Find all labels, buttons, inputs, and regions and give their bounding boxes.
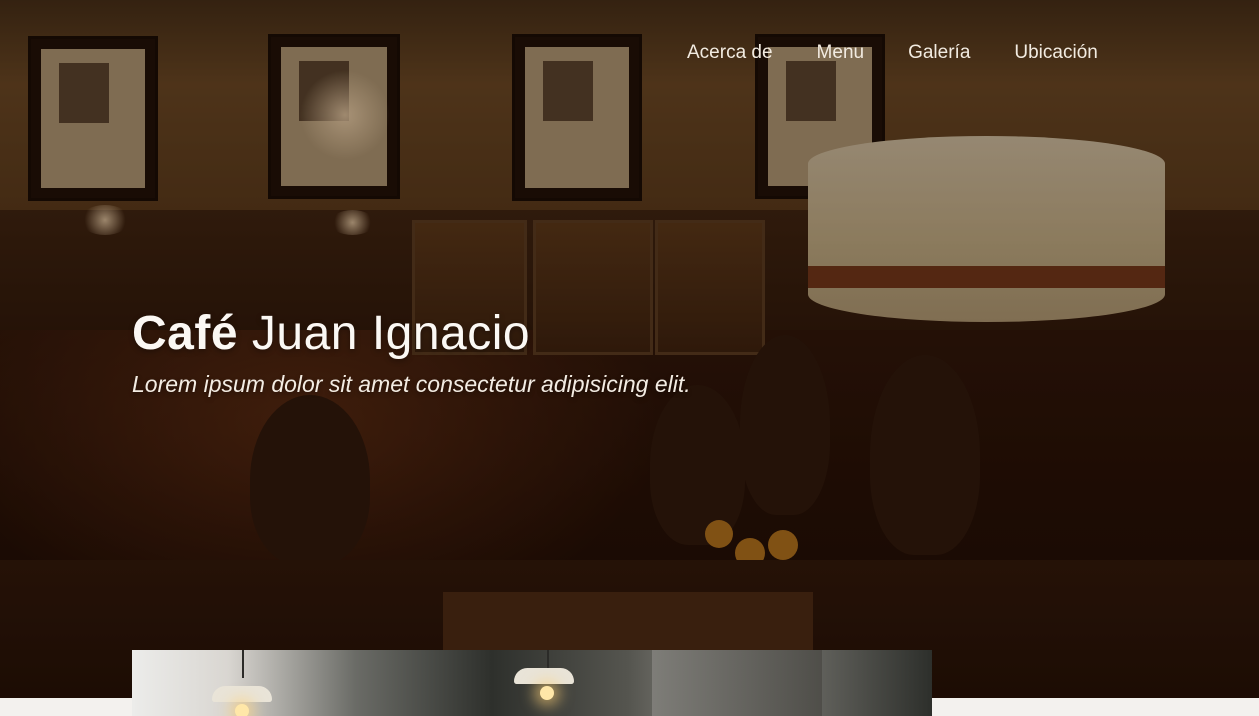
page-title: Café Juan Ignacio bbox=[132, 306, 530, 362]
nav-galeria[interactable]: Galería bbox=[886, 40, 992, 66]
hero-subtitle: Lorem ipsum dolor sit amet consectetur a… bbox=[132, 371, 691, 397]
title-light: Juan Ignacio bbox=[251, 307, 531, 360]
pendant-lamp-icon bbox=[514, 668, 574, 684]
gallery-image bbox=[132, 650, 932, 716]
nav-menu[interactable]: Menu bbox=[795, 40, 887, 66]
main-nav: Acerca de Menu Galería Ubicación bbox=[665, 40, 1120, 66]
air-duct bbox=[652, 650, 822, 716]
title-bold: Café bbox=[132, 307, 239, 360]
pendant-lamp-icon bbox=[212, 686, 272, 702]
nav-ubicacion[interactable]: Ubicación bbox=[992, 40, 1119, 66]
nav-acerca-de[interactable]: Acerca de bbox=[665, 40, 795, 66]
